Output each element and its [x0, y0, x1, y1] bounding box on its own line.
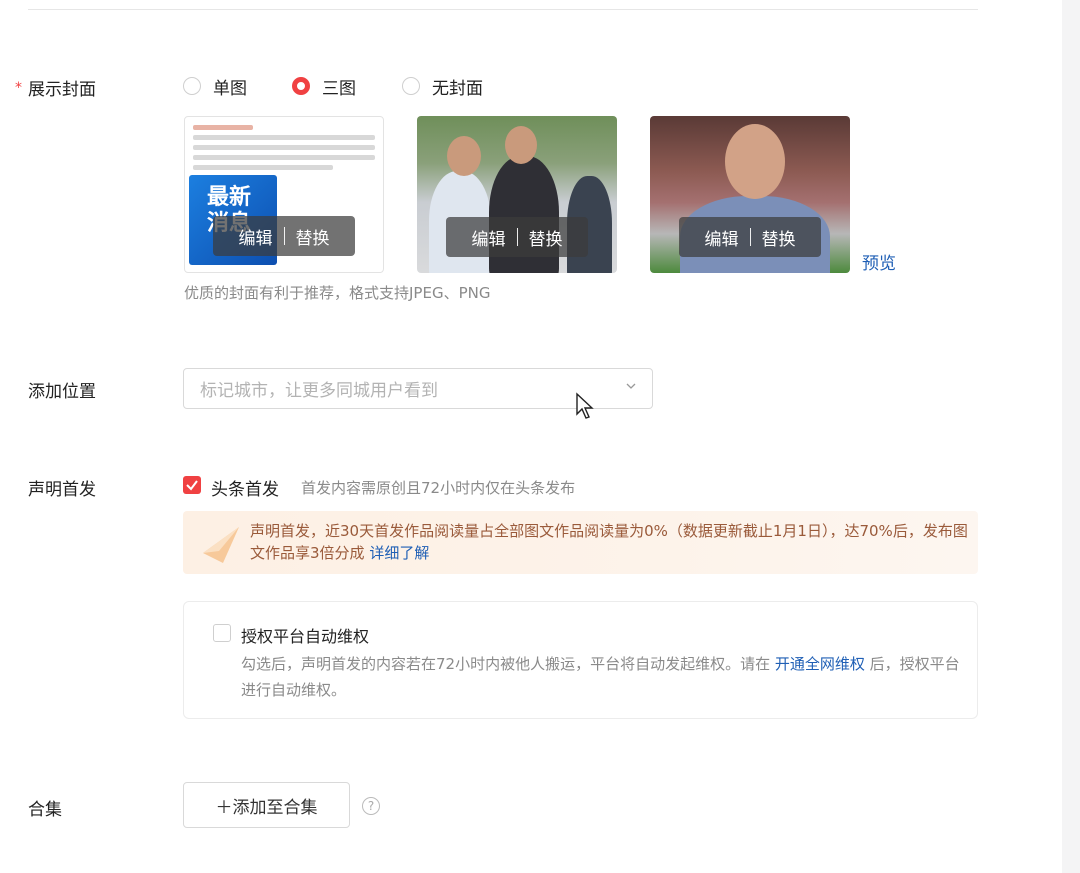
cover-edit-bar: 编辑 替换 [679, 217, 821, 257]
radio-circle [183, 77, 201, 95]
cover-edit-bar: 编辑 替换 [213, 216, 355, 256]
mouse-cursor-icon [576, 392, 594, 419]
replace-cover-button[interactable]: 替换 [296, 224, 330, 249]
cover-label: 展示封面 [28, 80, 96, 100]
edit-cover-button[interactable]: 编辑 [705, 225, 739, 250]
cover-hint: 优质的封面有利于推荐，格式支持JPEG、PNG [184, 284, 491, 302]
first-publish-desc: 首发内容需原创且72小时内仅在头条发布 [301, 479, 576, 497]
first-publish-notice: 声明首发，近30天首发作品阅读量占全部图文作品阅读量为0%（数据更新截止1月1日… [183, 511, 978, 574]
notice-text: 声明首发，近30天首发作品阅读量占全部图文作品阅读量为0%（数据更新截止1月1日… [250, 522, 968, 562]
first-publish-checkbox[interactable] [183, 476, 201, 494]
replace-cover-button[interactable]: 替换 [762, 225, 796, 250]
doc-text-line [193, 165, 333, 170]
edit-cover-button[interactable]: 编辑 [472, 225, 506, 250]
auto-rights-desc: 勾选后，声明首发的内容若在72小时内被他人搬运，平台将自动发起维权。请在 开通全… [241, 651, 961, 703]
section-divider [28, 9, 978, 10]
required-mark: * [15, 80, 22, 96]
location-label: 添加位置 [28, 382, 96, 402]
learn-more-link[interactable]: 详细了解 [369, 544, 429, 562]
auto-rights-desc-text: 勾选后，声明首发的内容若在72小时内被他人搬运，平台将自动发起维权。请在 [241, 655, 771, 673]
enable-rights-link[interactable]: 开通全网维权 [775, 655, 865, 673]
location-placeholder: 标记城市，让更多同城用户看到 [200, 381, 438, 401]
doc-text-line [193, 145, 375, 150]
replace-cover-button[interactable]: 替换 [529, 225, 563, 250]
person-head [505, 126, 537, 164]
divider [749, 228, 751, 246]
page-gutter [1062, 0, 1080, 873]
first-publish-label: 头条首发 [211, 480, 279, 500]
collection-label: 合集 [28, 800, 62, 820]
radio-three-images[interactable]: 三图 [292, 74, 356, 99]
help-icon[interactable]: ? [362, 797, 380, 815]
radio-single-image[interactable]: 单图 [183, 74, 247, 99]
radio-circle [292, 77, 310, 95]
add-to-collection-button[interactable]: ＋添加至合集 [183, 782, 350, 828]
doc-text-line [193, 125, 253, 130]
doc-text-line [193, 135, 375, 140]
auto-rights-title: 授权平台自动维权 [241, 627, 370, 646]
cover-image-2[interactable]: 编辑 替换 [417, 116, 617, 273]
radio-no-cover[interactable]: 无封面 [402, 74, 483, 99]
person-head [447, 136, 481, 176]
radio-circle [402, 77, 420, 95]
divider [516, 228, 518, 246]
chevron-down-icon [626, 383, 636, 389]
radio-label: 无封面 [432, 78, 483, 99]
cover-image-3[interactable]: 编辑 替换 [650, 116, 850, 273]
person-head [725, 124, 785, 199]
declaration-label: 声明首发 [28, 480, 96, 500]
divider [283, 227, 285, 245]
check-icon [186, 480, 198, 491]
edit-cover-button[interactable]: 编辑 [239, 224, 273, 249]
cover-image-1[interactable]: 最新 消息 编辑 替换 [184, 116, 384, 273]
paper-plane-icon [203, 527, 239, 563]
radio-label: 三图 [322, 78, 356, 99]
auto-rights-checkbox[interactable] [213, 624, 231, 642]
radio-label: 单图 [213, 78, 247, 99]
auto-rights-box: 授权平台自动维权 勾选后，声明首发的内容若在72小时内被他人搬运，平台将自动发起… [183, 601, 978, 719]
preview-link[interactable]: 预览 [862, 249, 896, 274]
doc-text-line [193, 155, 375, 160]
cover-edit-bar: 编辑 替换 [446, 217, 588, 257]
